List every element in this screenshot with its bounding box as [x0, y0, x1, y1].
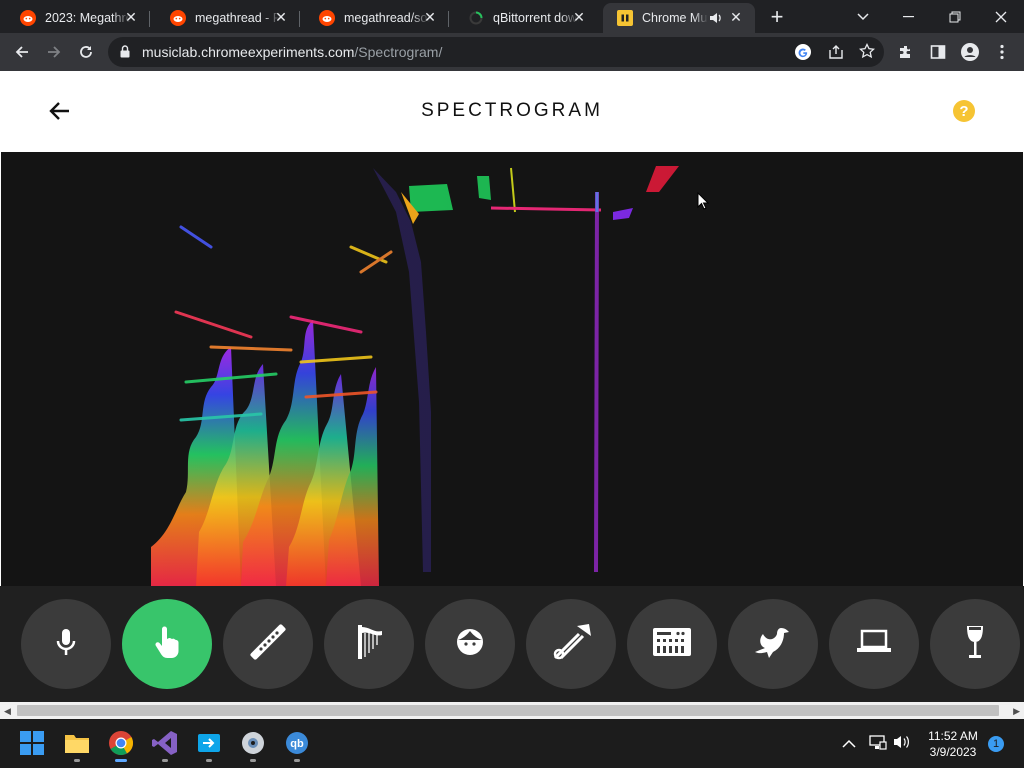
- speaker-icon[interactable]: [709, 11, 723, 28]
- start-button[interactable]: [14, 727, 50, 763]
- instrument-dock: [0, 586, 1024, 702]
- tab-title: qBittorrent download: [493, 11, 579, 25]
- back-button[interactable]: [7, 37, 37, 67]
- scroll-left-icon[interactable]: ◀: [4, 706, 11, 717]
- taskbar-disc-app[interactable]: [235, 727, 271, 763]
- wine-glass-icon: [964, 624, 986, 665]
- loading-icon: [468, 10, 484, 26]
- close-window-button[interactable]: [978, 0, 1024, 33]
- reddit-icon: [170, 10, 186, 26]
- chrome-menu-icon[interactable]: [987, 37, 1017, 67]
- disc-icon: [241, 731, 265, 760]
- harp-icon: [352, 623, 386, 666]
- minimize-button[interactable]: [886, 0, 932, 33]
- instrument-trombone-button[interactable]: [526, 599, 616, 689]
- horizontal-scrollbar[interactable]: ◀ ▶: [0, 702, 1024, 719]
- help-icon[interactable]: ?: [953, 100, 975, 122]
- close-tab-icon[interactable]: ✕: [727, 8, 745, 26]
- show-hidden-icons-button[interactable]: [842, 736, 856, 754]
- taskbar-visual-studio[interactable]: [147, 727, 183, 763]
- page-title: SPECTROGRAM: [421, 100, 603, 121]
- taskbar-file-explorer[interactable]: [59, 727, 95, 763]
- taskbar-qbittorrent[interactable]: qb: [279, 727, 315, 763]
- network-icon[interactable]: [869, 734, 887, 755]
- profile-icon[interactable]: [955, 37, 985, 67]
- tab-chrome-music-lab[interactable]: Chrome Music Lab ✕: [603, 3, 755, 33]
- instrument-draw-button[interactable]: [122, 599, 212, 689]
- windows-logo-icon: [20, 730, 44, 760]
- microphone-icon: [53, 627, 79, 662]
- web-page: SPECTROGRAM ?: [0, 71, 1024, 702]
- taskbar-app-installer[interactable]: [191, 727, 227, 763]
- close-tab-icon[interactable]: ✕: [570, 8, 588, 26]
- share-icon[interactable]: [828, 44, 844, 65]
- notification-badge[interactable]: 1: [988, 736, 1004, 752]
- reddit-icon: [20, 10, 36, 26]
- lock-icon[interactable]: [120, 45, 130, 63]
- chrome-icon: [108, 730, 134, 761]
- clock-date: 3/9/2023: [929, 745, 977, 759]
- svg-text:qb: qb: [290, 738, 304, 750]
- tab-qbittorrent[interactable]: qBittorrent download ✕: [450, 3, 598, 33]
- tab-reddit-proton[interactable]: megathread - Proton ✕: [152, 3, 300, 33]
- scroll-right-icon[interactable]: ▶: [1013, 706, 1020, 717]
- close-tab-icon[interactable]: ✕: [421, 8, 439, 26]
- clock-time: 11:52 AM: [928, 729, 978, 743]
- volume-icon[interactable]: [893, 734, 911, 755]
- tab-title: Chrome Music Lab: [642, 11, 708, 25]
- tab-title: megathread/software: [344, 11, 430, 25]
- new-tab-button[interactable]: +: [764, 4, 790, 29]
- reload-button[interactable]: [71, 37, 101, 67]
- instrument-synth-button[interactable]: [627, 599, 717, 689]
- instrument-microphone-button[interactable]: [21, 599, 111, 689]
- flute-icon: [248, 622, 288, 667]
- close-tab-icon[interactable]: ✕: [122, 8, 140, 26]
- tab-title: megathread - Proton: [195, 11, 281, 25]
- visual-studio-icon: [152, 730, 178, 761]
- instrument-bird-button[interactable]: [728, 599, 818, 689]
- reddit-icon: [319, 10, 335, 26]
- instrument-flute-button[interactable]: [223, 599, 313, 689]
- instrument-wineglass-button[interactable]: [930, 599, 1020, 689]
- laptop-icon: [856, 629, 892, 660]
- windows-taskbar: qb 11:52 AM 3/9/2023 1: [0, 719, 1024, 768]
- synth-icon: [652, 626, 692, 663]
- tab-strip: 2023: Megathread ✕ megathread - Proton ✕…: [0, 0, 1024, 33]
- google-lens-icon[interactable]: [794, 43, 812, 66]
- instrument-modem-button[interactable]: [829, 599, 919, 689]
- trombone-icon: [549, 622, 593, 667]
- url-host: musiclab.chromeexperiments.com: [142, 44, 355, 60]
- restore-button[interactable]: [932, 0, 978, 33]
- qbittorrent-icon: qb: [285, 731, 309, 760]
- browser-toolbar: musiclab.chromeexperiments.com/Spectrogr…: [0, 33, 1024, 71]
- hand-pointer-icon: [152, 625, 182, 664]
- tab-search-button[interactable]: [840, 0, 886, 33]
- forward-button[interactable]: [39, 37, 69, 67]
- tab-reddit-megathread[interactable]: 2023: Megathread ✕: [2, 3, 150, 33]
- app-installer-icon: [197, 731, 221, 760]
- mouse-cursor-icon: [697, 191, 710, 215]
- music-lab-icon: [617, 10, 633, 26]
- face-icon: [455, 627, 485, 662]
- instrument-voice-button[interactable]: [425, 599, 515, 689]
- spectrogram-canvas[interactable]: [1, 152, 1023, 586]
- side-panel-icon[interactable]: [923, 37, 953, 67]
- scrollbar-thumb[interactable]: [17, 705, 999, 716]
- bookmark-star-icon[interactable]: [858, 42, 876, 64]
- bird-icon: [753, 624, 793, 665]
- close-tab-icon[interactable]: ✕: [272, 8, 290, 26]
- instrument-harp-button[interactable]: [324, 599, 414, 689]
- extensions-icon[interactable]: [891, 37, 921, 67]
- taskbar-clock[interactable]: 11:52 AM 3/9/2023: [918, 728, 988, 760]
- url-text[interactable]: musiclab.chromeexperiments.com/Spectrogr…: [142, 44, 442, 60]
- url-path: /Spectrogram/: [354, 44, 443, 60]
- folder-icon: [64, 732, 90, 759]
- address-bar[interactable]: musiclab.chromeexperiments.com/Spectrogr…: [108, 37, 884, 67]
- tab-title: 2023: Megathread: [45, 11, 131, 25]
- page-header: SPECTROGRAM ?: [0, 71, 1024, 151]
- tab-reddit-software[interactable]: megathread/software ✕: [301, 3, 449, 33]
- taskbar-chrome[interactable]: [103, 727, 139, 763]
